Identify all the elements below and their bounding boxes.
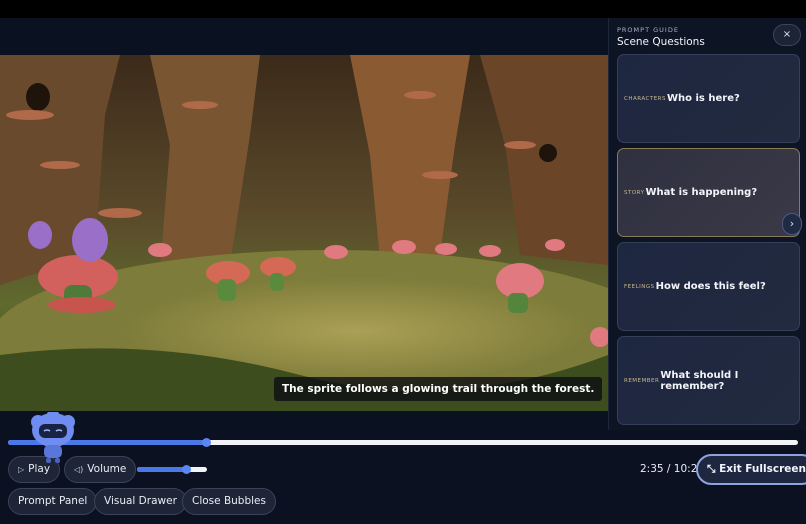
video-stage[interactable]: The sprite follows a glowing trail throu… [0,18,608,430]
next-card-button[interactable]: › [782,213,802,235]
forest-scene-image [0,55,608,411]
volume-slider[interactable] [137,465,207,474]
card-question: How does this feel? [655,281,766,292]
exit-fullscreen-button[interactable]: ⤡ Exit Fullscreen [696,454,806,485]
card-tag: FEELINGS [624,283,655,290]
time-display: 2:35 / 10:29 [640,463,705,475]
question-card-feelings[interactable]: FEELINGS How does this feel? [617,242,800,331]
card-question: What is happening? [645,187,758,198]
mascot-avatar[interactable] [30,410,76,464]
prompt-panel-button[interactable]: Prompt Panel [8,488,98,515]
question-card-story[interactable]: STORY What is happening? [617,148,800,237]
panel-kicker: PROMPT GUIDE [617,26,679,34]
progress-thumb[interactable] [201,438,211,447]
panel-close-button[interactable]: × [773,24,801,46]
volume-fill [137,467,186,472]
play-label: Play [28,463,51,475]
top-strip [0,0,806,18]
progress-bar[interactable] [8,438,798,447]
exit-fullscreen-label: Exit Fullscreen [719,463,806,475]
card-question: Who is here? [667,93,740,104]
close-icon: × [782,29,792,40]
volume-label: Volume [87,463,127,475]
chevron-right-icon: › [789,217,795,230]
player-controls: ▷ Play ◁) Volume 2:35 / 10:29 ⤡ Exit Fulls… [0,430,806,524]
question-card-characters[interactable]: CHARACTERS Who is here? [617,54,800,143]
visual-drawer-button[interactable]: Visual Drawer [94,488,187,515]
collapse-icon: ⤡ [707,463,716,475]
card-tag: REMEMBER [624,377,660,384]
card-question: What should I remember? [660,369,739,392]
play-icon: ▷ [18,465,25,474]
volume-thumb[interactable] [182,465,191,474]
panel-title: Scene Questions [617,36,705,48]
subtitle-caption: The sprite follows a glowing trail throu… [274,377,603,401]
prompt-guide-panel: PROMPT GUIDE Scene Questions × CHARACTER… [608,18,806,430]
close-bubbles-button[interactable]: Close Bubbles [182,488,276,515]
card-tag: CHARACTERS [624,95,666,102]
question-card-remember[interactable]: REMEMBER What should I remember? [617,336,800,425]
video-frame[interactable] [0,55,608,411]
card-tag: STORY [624,189,645,196]
